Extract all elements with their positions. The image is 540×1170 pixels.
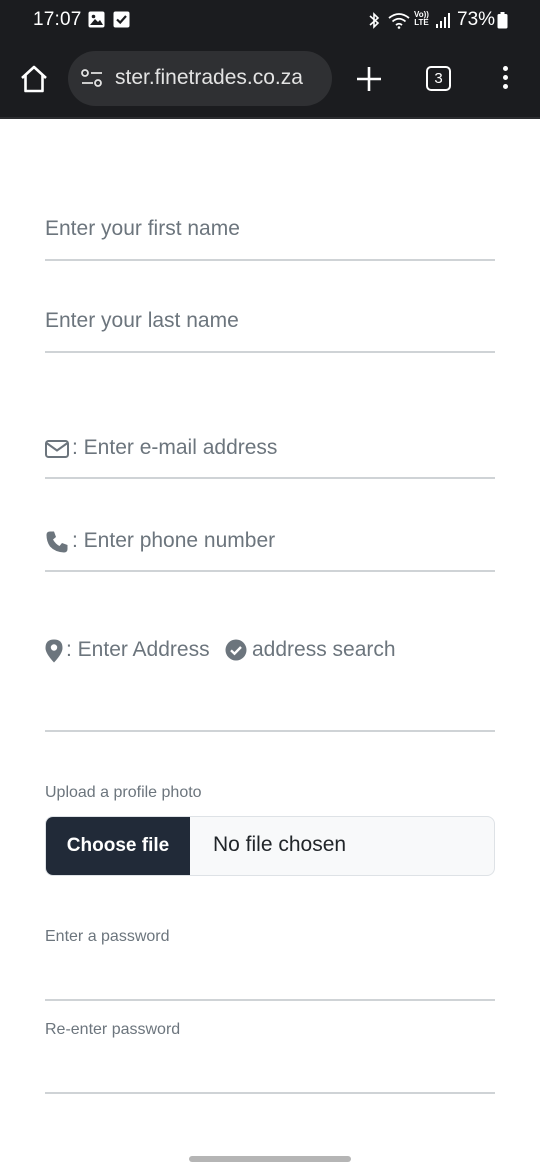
password-input[interactable] — [45, 954, 495, 1001]
first-name-placeholder: Enter your first name — [45, 217, 240, 240]
profile-photo-file-input[interactable]: Choose file No file chosen — [45, 816, 495, 876]
plus-icon[interactable] — [355, 65, 383, 93]
file-status-text: No file chosen — [213, 833, 347, 856]
first-name-input[interactable]: Enter your first name — [45, 209, 495, 261]
reenter-password-label: Re-enter password — [45, 1021, 181, 1038]
status-bar: 17:07 Vo)) LTE 73% — [0, 0, 540, 40]
address-bar[interactable]: ster.finetrades.co.za — [68, 51, 332, 106]
check-circle-icon[interactable] — [225, 639, 247, 661]
password-label: Enter a password — [45, 928, 170, 945]
signal-strength-icon — [436, 13, 450, 28]
url-text[interactable]: ster.finetrades.co.za — [115, 66, 303, 90]
battery-icon — [497, 12, 508, 29]
status-time: 17:07 — [33, 9, 82, 30]
phone-input[interactable]: : Enter phone number — [45, 520, 495, 572]
volte-indicator: Vo)) LTE — [414, 10, 429, 27]
upload-photo-label: Upload a profile photo — [45, 784, 202, 801]
registration-form: Enter your first name Enter your last na… — [0, 119, 540, 1170]
last-name-placeholder: Enter your last name — [45, 309, 239, 332]
checkbox-notification-icon — [113, 11, 130, 28]
battery-percent: 73% — [457, 9, 496, 30]
tab-switcher-button[interactable]: 3 — [426, 66, 451, 91]
address-placeholder: : Enter Address — [66, 638, 210, 661]
home-icon[interactable] — [19, 64, 49, 94]
email-input[interactable]: : Enter e-mail address — [45, 427, 495, 479]
last-name-input[interactable]: Enter your last name — [45, 301, 495, 353]
site-settings-icon[interactable] — [81, 68, 103, 88]
gallery-icon — [88, 11, 105, 28]
reenter-password-input[interactable] — [45, 1047, 495, 1094]
bluetooth-icon — [369, 12, 380, 29]
browser-toolbar: ster.finetrades.co.za 3 — [0, 40, 540, 118]
phone-icon — [46, 531, 68, 553]
wifi-icon — [388, 13, 410, 29]
envelope-icon — [45, 440, 69, 458]
more-options-icon[interactable] — [500, 66, 510, 92]
email-placeholder: : Enter e-mail address — [72, 436, 278, 459]
choose-file-button[interactable]: Choose file — [46, 817, 190, 875]
map-pin-icon — [45, 639, 63, 663]
address-search-link[interactable]: address search — [252, 638, 396, 662]
phone-placeholder: : Enter phone number — [72, 529, 276, 552]
gesture-navigation-bar[interactable] — [189, 1156, 351, 1162]
address-input[interactable]: : Enter Address address search — [45, 627, 495, 732]
